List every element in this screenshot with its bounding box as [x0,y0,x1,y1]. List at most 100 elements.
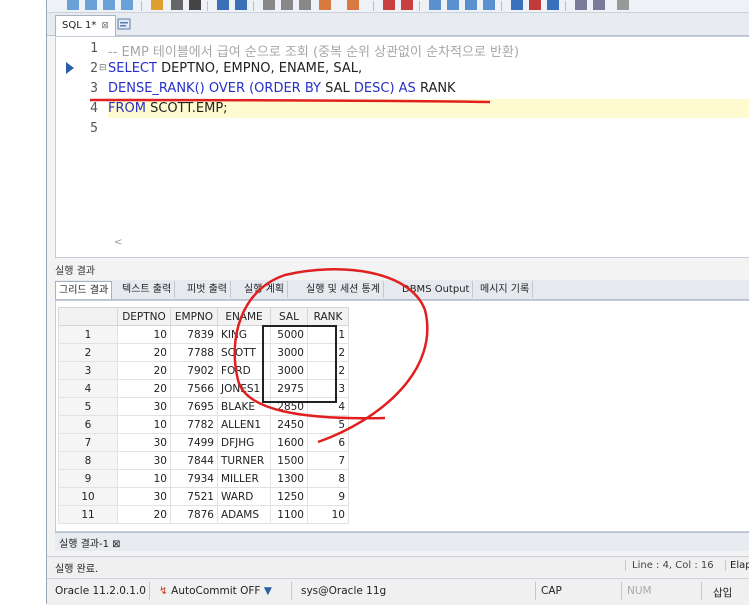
tab-text-output[interactable]: 텍스트 출력 [119,281,176,298]
empno-cell[interactable]: 7934 [170,469,218,488]
sal-cell[interactable]: 1100 [270,505,308,524]
table-row[interactable]: 10 30 7521 WARD 1250 9 [58,487,349,506]
deptno-cell[interactable]: 10 [117,415,171,434]
explain-icon[interactable] [103,0,115,10]
fold-icon[interactable]: ⊟ [99,63,107,73]
empno-cell[interactable]: 7839 [170,325,218,344]
report-icon[interactable] [547,0,559,10]
ename-cell[interactable]: TURNER [217,451,271,470]
comment-icon[interactable] [347,0,359,10]
new-sql-tab-icon[interactable] [117,17,131,31]
deptno-cell[interactable]: 30 [117,433,171,452]
deptno-cell[interactable]: 10 [117,469,171,488]
tab-result-1[interactable]: 실행 결과-1 ⊠ [59,535,121,550]
sal-cell[interactable]: 1250 [270,487,308,506]
row-number[interactable]: 9 [58,469,118,488]
deptno-cell[interactable]: 20 [117,343,171,362]
empno-cell[interactable]: 7566 [170,379,218,398]
session-icon[interactable] [593,0,605,10]
rank-cell[interactable]: 8 [307,469,349,488]
column-header[interactable]: DEPTNO [117,307,171,326]
sal-cell[interactable]: 1500 [270,451,308,470]
column-header[interactable]: ENAME [217,307,271,326]
row-number[interactable]: 6 [58,415,118,434]
sal-cell[interactable]: 2450 [270,415,308,434]
row-number[interactable]: 3 [58,361,118,380]
deptno-cell[interactable]: 20 [117,361,171,380]
column-header[interactable]: RANK [307,307,349,326]
row-number[interactable]: 4 [58,379,118,398]
redo-icon[interactable] [235,0,247,10]
table-row[interactable]: 9 10 7934 MILLER 1300 8 [58,469,349,488]
tab-sql-1[interactable]: SQL 1* ⊠ [55,15,116,36]
column-header[interactable]: SAL [270,307,308,326]
rank-cell[interactable]: 6 [307,433,349,452]
monitor-icon[interactable] [575,0,587,10]
table-row[interactable]: 11 20 7876 ADAMS 1100 10 [58,505,349,524]
tab-message-log[interactable]: 메시지 기록 [477,281,534,298]
table-row[interactable]: 6 10 7782 ALLEN1 2450 5 [58,415,349,434]
tab-execution-session-stats[interactable]: 실행 및 세션 통계 [303,281,384,298]
deptno-cell[interactable]: 20 [117,379,171,398]
rank-cell[interactable]: 9 [307,487,349,506]
run-icon[interactable] [67,0,79,10]
empno-cell[interactable]: 7876 [170,505,218,524]
insert-icon[interactable] [319,0,331,10]
deptno-cell[interactable]: 30 [117,397,171,416]
chevron-down-icon[interactable]: ▼ [264,585,272,597]
deptno-cell[interactable]: 10 [117,325,171,344]
history-icon[interactable] [483,0,495,10]
rank-cell[interactable]: 7 [307,451,349,470]
empno-cell[interactable]: 7788 [170,343,218,362]
save-icon[interactable] [189,0,201,10]
paste-icon[interactable] [299,0,311,10]
scroll-left-arrow[interactable]: < [114,237,122,248]
row-number[interactable]: 1 [58,325,118,344]
run-script-icon[interactable] [85,0,97,10]
empno-cell[interactable]: 7782 [170,415,218,434]
row-number[interactable]: 8 [58,451,118,470]
ename-cell[interactable]: MILLER [217,469,271,488]
spellcheck-icon[interactable] [617,0,629,10]
undo-icon[interactable] [217,0,229,10]
empno-cell[interactable]: 7695 [170,397,218,416]
empno-cell[interactable]: 7521 [170,487,218,506]
zoom-in-icon[interactable] [429,0,441,10]
close-icon[interactable]: ⊠ [101,21,109,31]
empno-cell[interactable]: 7844 [170,451,218,470]
deptno-cell[interactable]: 30 [117,451,171,470]
ename-cell[interactable]: ALLEN1 [217,415,271,434]
row-number[interactable]: 7 [58,433,118,452]
rank-cell[interactable]: 5 [307,415,349,434]
copy-icon[interactable] [281,0,293,10]
row-number[interactable]: 5 [58,397,118,416]
format-icon[interactable] [151,0,163,10]
sal-cell[interactable]: 1600 [270,433,308,452]
replace-icon[interactable] [401,0,413,10]
autocommit-toggle[interactable]: ↯ AutoCommit OFF ▼ [159,585,272,597]
tab-execution-plan[interactable]: 실행 계획 [241,281,288,298]
find-icon[interactable] [383,0,395,10]
export-icon[interactable] [511,0,523,10]
ename-cell[interactable]: ADAMS [217,505,271,524]
cut-icon[interactable] [263,0,275,10]
edit-icon[interactable] [171,0,183,10]
row-number[interactable]: 2 [58,343,118,362]
zoom-out-icon[interactable] [447,0,459,10]
deptno-cell[interactable]: 20 [117,505,171,524]
tab-dbms-output[interactable]: DBMS Output [399,281,474,298]
empno-cell[interactable]: 7902 [170,361,218,380]
tab-pivot-output[interactable]: 피벗 출력 [184,281,231,298]
search-icon[interactable] [465,0,477,10]
tab-grid-results[interactable]: 그리드 결과 [55,281,113,299]
column-header[interactable]: EMPNO [170,307,218,326]
table-row[interactable]: 8 30 7844 TURNER 1500 7 [58,451,349,470]
import-icon[interactable] [529,0,541,10]
ename-cell[interactable]: DFJHG [217,433,271,452]
sal-cell[interactable]: 1300 [270,469,308,488]
ename-cell[interactable]: WARD [217,487,271,506]
autotrace-icon[interactable] [121,0,133,10]
table-row[interactable]: 7 30 7499 DFJHG 1600 6 [58,433,349,452]
connection-name[interactable]: sys@Oracle 11g [301,585,386,597]
rank-cell[interactable]: 10 [307,505,349,524]
